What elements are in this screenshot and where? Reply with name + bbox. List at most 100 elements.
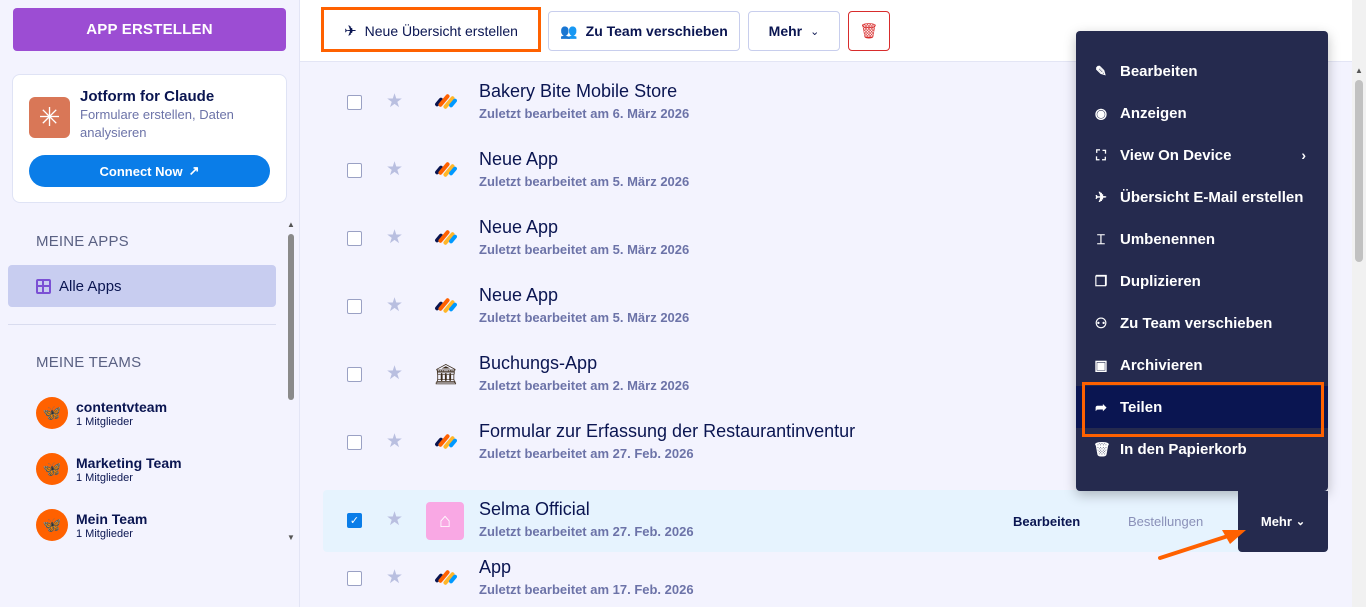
connect-now-button[interactable]: Connect Now ↗ bbox=[29, 155, 270, 187]
menu-item-label: View On Device bbox=[1120, 146, 1232, 164]
annotation-arrow-icon bbox=[1158, 530, 1246, 560]
jotform-pencil-icon bbox=[433, 89, 459, 115]
trash-icon: 🗑 bbox=[859, 23, 879, 40]
scroll-up-icon[interactable]: ▲ bbox=[287, 220, 295, 229]
app-title[interactable]: Formular zur Erfassung der Restaurantinv… bbox=[479, 421, 855, 442]
team-avatar: 🦋 bbox=[36, 509, 68, 541]
app-last-edited: Zuletzt bearbeitet am 27. Feb. 2026 bbox=[479, 446, 694, 461]
chevron-down-icon: ⌄ bbox=[810, 25, 820, 38]
row-checkbox-checked[interactable]: ✓ bbox=[347, 513, 362, 528]
menu-item-archive[interactable]: ▣ Archivieren bbox=[1076, 344, 1328, 386]
app-title[interactable]: Neue App bbox=[479, 217, 558, 238]
app-last-edited: Zuletzt bearbeitet am 6. März 2026 bbox=[479, 106, 690, 121]
promo-subtitle: Formulare erstellen, Daten analysieren bbox=[80, 107, 234, 140]
app-title[interactable]: Neue App bbox=[479, 149, 558, 170]
sidebar-scrollbar[interactable]: ▲ ▼ bbox=[286, 220, 296, 542]
scroll-down-icon[interactable]: ▼ bbox=[287, 533, 295, 542]
create-app-button[interactable]: APP ERSTELLEN bbox=[13, 8, 286, 51]
team-avatar: 🦋 bbox=[36, 453, 68, 485]
menu-item-label: Bearbeiten bbox=[1120, 62, 1198, 80]
menu-item-rename[interactable]: ⌶ Umbenennen bbox=[1076, 218, 1328, 260]
app-title[interactable]: Neue App bbox=[479, 285, 558, 306]
grid-icon bbox=[36, 278, 51, 294]
jotform-pencil-icon bbox=[433, 293, 459, 319]
team-member-count: 1 Mitglieder bbox=[76, 528, 133, 540]
team-member-count: 1 Mitglieder bbox=[76, 472, 133, 484]
team-icon: ⚇ bbox=[1094, 314, 1108, 331]
menu-item-overview-email[interactable]: ✈ Übersicht E-Mail erstellen bbox=[1076, 176, 1328, 218]
menu-item-label: Umbenennen bbox=[1120, 230, 1216, 248]
star-icon[interactable]: ★ bbox=[386, 566, 403, 589]
new-overview-highlight-frame bbox=[321, 7, 541, 52]
menu-item-label: Anzeigen bbox=[1120, 104, 1187, 122]
jotform-pencil-icon bbox=[433, 429, 459, 455]
archive-icon: ▣ bbox=[1094, 356, 1108, 373]
team-avatar: 🦋 bbox=[36, 397, 68, 429]
row-checkbox[interactable] bbox=[347, 231, 362, 246]
app-last-edited: Zuletzt bearbeitet am 5. März 2026 bbox=[479, 174, 690, 189]
app-last-edited: Zuletzt bearbeitet am 5. März 2026 bbox=[479, 242, 690, 257]
row-edit-button[interactable]: Bearbeiten bbox=[1013, 514, 1080, 529]
menu-item-edit[interactable]: ✎ Bearbeiten bbox=[1076, 50, 1328, 92]
row-orders-button[interactable]: Bestellungen bbox=[1128, 514, 1203, 529]
team-name: Marketing Team bbox=[76, 455, 182, 471]
claude-promo-card: ✳ Jotform for Claude Formulare erstellen… bbox=[12, 74, 287, 203]
app-title[interactable]: App bbox=[479, 557, 511, 578]
app-title[interactable]: Selma Official bbox=[479, 499, 590, 520]
menu-item-label: In den Papierkorb bbox=[1120, 440, 1247, 458]
team-name: Mein Team bbox=[76, 511, 148, 527]
external-link-icon: ↗ bbox=[188, 163, 200, 178]
star-icon[interactable]: ★ bbox=[386, 508, 403, 531]
sidebar-scroll-thumb[interactable] bbox=[288, 234, 294, 400]
row-checkbox[interactable] bbox=[347, 571, 362, 586]
app-title[interactable]: Buchungs-App bbox=[479, 353, 597, 374]
sidebar-item-all-apps[interactable]: Alle Apps bbox=[8, 265, 276, 307]
main-scrollbar[interactable]: ▲ bbox=[1352, 62, 1366, 607]
sidebar-team-item[interactable]: 🦋 contentvteam 1 Mitglieder bbox=[36, 397, 276, 431]
app-last-edited: Zuletzt bearbeitet am 17. Feb. 2026 bbox=[479, 582, 694, 597]
app-title[interactable]: Bakery Bite Mobile Store bbox=[479, 81, 677, 102]
more-dropdown-button[interactable]: Mehr ⌄ bbox=[748, 11, 840, 51]
device-scan-icon: ⛶ bbox=[1096, 146, 1106, 163]
all-apps-label: Alle Apps bbox=[59, 277, 122, 295]
duplicate-icon: ❐ bbox=[1094, 272, 1108, 289]
menu-item-view-on-device[interactable]: ⛶ View On Device › bbox=[1076, 134, 1328, 176]
sidebar-team-item[interactable]: 🦋 Mein Team 1 Mitglieder bbox=[36, 509, 276, 543]
menu-item-label: Archivieren bbox=[1120, 356, 1203, 374]
row-checkbox[interactable] bbox=[347, 163, 362, 178]
menu-item-label: Übersicht E-Mail erstellen bbox=[1120, 188, 1304, 206]
my-apps-label: MEINE APPS bbox=[36, 233, 129, 250]
app-last-edited: Zuletzt bearbeitet am 5. März 2026 bbox=[479, 310, 690, 325]
paper-plane-icon: ✈ bbox=[1095, 188, 1107, 205]
main-scroll-thumb[interactable] bbox=[1355, 80, 1363, 262]
row-checkbox[interactable] bbox=[347, 435, 362, 450]
row-checkbox[interactable] bbox=[347, 367, 362, 382]
menu-item-move-to-team[interactable]: ⚇ Zu Team verschieben bbox=[1076, 302, 1328, 344]
app-last-edited: Zuletzt bearbeitet am 2. März 2026 bbox=[479, 378, 690, 393]
delete-button[interactable]: 🗑 bbox=[848, 11, 890, 51]
star-icon[interactable]: ★ bbox=[386, 90, 403, 113]
star-icon[interactable]: ★ bbox=[386, 158, 403, 181]
star-icon[interactable]: ★ bbox=[386, 294, 403, 317]
row-checkbox[interactable] bbox=[347, 95, 362, 110]
menu-item-duplicate[interactable]: ❐ Duplizieren bbox=[1076, 260, 1328, 302]
rename-icon: ⌶ bbox=[1096, 230, 1106, 247]
jotform-pencil-icon bbox=[433, 157, 459, 183]
team-icon: 👥 bbox=[560, 22, 578, 39]
row-checkbox[interactable] bbox=[347, 299, 362, 314]
star-icon[interactable]: ★ bbox=[386, 430, 403, 453]
star-icon[interactable]: ★ bbox=[386, 362, 403, 385]
menu-item-view[interactable]: ◉ Anzeigen bbox=[1076, 92, 1328, 134]
row-more-label: Mehr bbox=[1260, 514, 1292, 529]
share-highlight-frame bbox=[1082, 382, 1324, 437]
move-to-team-button[interactable]: 👥 Zu Team verschieben bbox=[548, 11, 740, 51]
sidebar: APP ERSTELLEN ✳ Jotform for Claude Formu… bbox=[0, 0, 300, 607]
team-member-count: 1 Mitglieder bbox=[76, 416, 133, 428]
star-icon[interactable]: ★ bbox=[386, 226, 403, 249]
scroll-up-icon[interactable]: ▲ bbox=[1355, 66, 1363, 75]
chevron-down-icon: ⌄ bbox=[1295, 516, 1306, 528]
menu-item-label: Duplizieren bbox=[1120, 272, 1201, 290]
sidebar-team-item[interactable]: 🦋 Marketing Team 1 Mitglieder bbox=[36, 453, 276, 487]
row-more-button[interactable]: Mehr ⌄ bbox=[1238, 491, 1328, 552]
claude-logo-icon: ✳ bbox=[29, 97, 70, 138]
